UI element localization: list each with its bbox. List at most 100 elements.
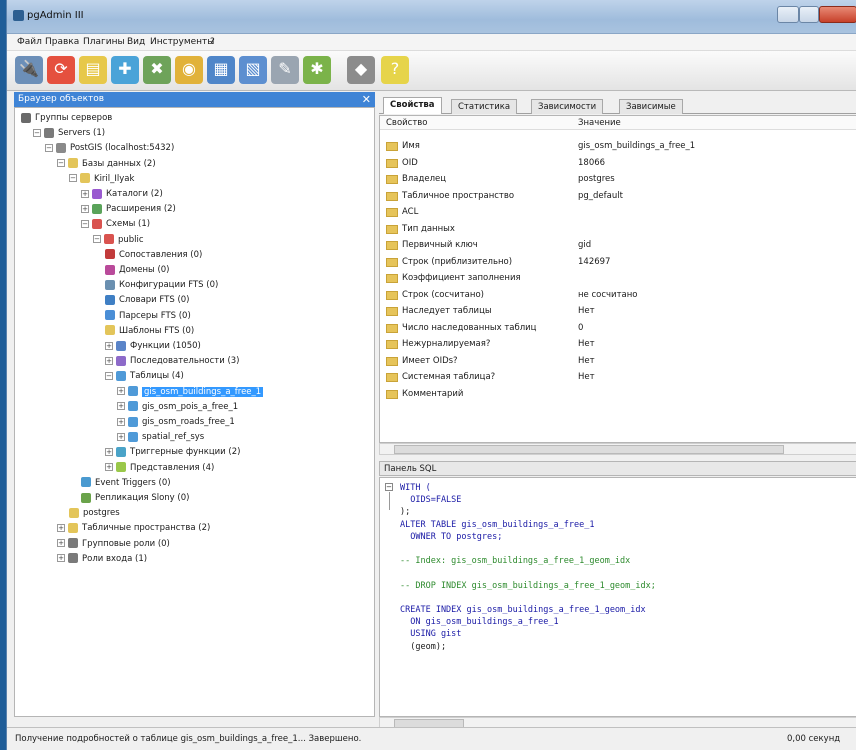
tree-node[interactable]: − Таблицы (4) xyxy=(105,370,184,383)
tree-node[interactable]: Event Triggers (0) xyxy=(81,477,171,490)
collapse-icon[interactable]: − xyxy=(33,128,41,137)
tree-node[interactable]: − Базы данных (2) xyxy=(57,158,156,171)
collapse-icon[interactable]: − xyxy=(69,174,77,183)
property-row[interactable]: Табличное пространство pg_default xyxy=(380,190,856,203)
tree-node[interactable]: − PostGIS (localhost:5432) xyxy=(45,142,174,155)
tab-dependencies[interactable]: Зависимости xyxy=(531,99,604,114)
menu-edit[interactable]: Правка xyxy=(45,37,79,47)
property-row[interactable]: ACL xyxy=(380,206,856,219)
tree-node[interactable]: + Каталоги (2) xyxy=(81,188,163,201)
tree-node[interactable]: − public xyxy=(93,234,144,247)
tree-node[interactable]: + Групповые роли (0) xyxy=(57,538,170,551)
tree-node[interactable]: − Схемы (1) xyxy=(81,218,150,231)
property-row[interactable]: Строк (сосчитано) не сосчитано xyxy=(380,289,856,302)
tree-node[interactable]: + Табличные пространства (2) xyxy=(57,522,210,535)
tree-node[interactable]: + gis_osm_pois_a_free_1 xyxy=(117,401,238,414)
tree-node[interactable]: postgres xyxy=(69,507,120,520)
tab-properties[interactable]: Свойства xyxy=(383,97,442,114)
tree-node[interactable]: + Триггерные функции (2) xyxy=(105,446,240,459)
tree-node[interactable]: Парсеры FTS (0) xyxy=(105,310,191,323)
expand-icon[interactable]: + xyxy=(105,463,113,472)
property-column-header[interactable]: Свойство xyxy=(386,118,428,128)
property-row[interactable]: Коэффициент заполнения xyxy=(380,272,856,285)
property-row[interactable]: Системная таблица? Нет xyxy=(380,371,856,384)
help-button[interactable]: ? xyxy=(381,56,409,84)
expand-icon[interactable]: + xyxy=(117,402,125,411)
connect-button[interactable]: 🔌 xyxy=(15,56,43,84)
sql-query-button[interactable]: ◉ xyxy=(175,56,203,84)
create-object-button[interactable]: ✚ xyxy=(111,56,139,84)
expand-icon[interactable]: + xyxy=(117,432,125,441)
drop-object-button[interactable]: ✖ xyxy=(143,56,171,84)
expand-icon[interactable]: + xyxy=(105,356,113,365)
tree-node[interactable]: + Представления (4) xyxy=(105,462,214,475)
refresh-button[interactable]: ⟳ xyxy=(47,56,75,84)
maximize-button[interactable] xyxy=(799,6,819,23)
property-row[interactable]: Первичный ключ gid xyxy=(380,239,856,252)
collapse-icon[interactable]: − xyxy=(57,159,65,168)
guru-hint-button[interactable]: ◆ xyxy=(347,56,375,84)
properties-button[interactable]: ▤ xyxy=(79,56,107,84)
menu-help[interactable]: ? xyxy=(210,37,215,47)
tab-dependents[interactable]: Зависимые xyxy=(619,99,683,114)
sql-pane[interactable]: − WITH ( OIDS=FALSE); ALTER TABLE gis_osm… xyxy=(379,477,856,717)
properties-scrollbar[interactable] xyxy=(379,443,856,455)
menu-view[interactable]: Вид xyxy=(127,37,145,47)
expand-icon[interactable]: + xyxy=(117,387,125,396)
tree-node[interactable]: − Servers (1) xyxy=(33,127,105,140)
tree-node[interactable]: − Kiril_Ilyak xyxy=(69,173,134,186)
property-row[interactable]: Тип данных xyxy=(380,223,856,236)
property-row[interactable]: Наследует таблицы Нет xyxy=(380,305,856,318)
value-column-header[interactable]: Значение xyxy=(578,118,621,128)
tab-statistics[interactable]: Статистика xyxy=(451,99,518,114)
menu-file[interactable]: Файл xyxy=(17,37,42,47)
collapse-icon[interactable]: − xyxy=(81,219,89,228)
scrollbar-thumb[interactable] xyxy=(394,445,784,454)
expand-icon[interactable]: + xyxy=(105,447,113,456)
tree-node[interactable]: + gis_osm_buildings_a_free_1 xyxy=(117,386,264,399)
property-row[interactable]: Нежурналируемая? Нет xyxy=(380,338,856,351)
expand-icon[interactable]: + xyxy=(117,417,125,426)
property-row[interactable]: Число наследованных таблиц 0 xyxy=(380,322,856,335)
property-row[interactable]: Имя gis_osm_buildings_a_free_1 xyxy=(380,140,856,153)
property-row[interactable]: OID 18066 xyxy=(380,157,856,170)
menu-tools[interactable]: Инструменты xyxy=(150,37,214,47)
tree-node[interactable]: Словари FTS (0) xyxy=(105,294,189,307)
close-browser-icon[interactable]: ✕ xyxy=(362,93,371,106)
expand-icon[interactable]: + xyxy=(57,539,65,548)
tree-node[interactable]: Репликация Slony (0) xyxy=(81,492,189,505)
menu-plugins[interactable]: Плагины xyxy=(83,37,125,47)
property-row[interactable]: Комментарий xyxy=(380,388,856,401)
collapse-icon[interactable]: − xyxy=(93,235,101,244)
view-data-button[interactable]: ▦ xyxy=(207,56,235,84)
expand-icon[interactable]: + xyxy=(81,189,89,198)
collapse-icon[interactable]: − xyxy=(105,371,113,380)
tree-node[interactable]: + spatial_ref_sys xyxy=(117,431,204,444)
filtered-data-button[interactable]: ▧ xyxy=(239,56,267,84)
property-row[interactable]: Владелец postgres xyxy=(380,173,856,186)
minimize-button[interactable] xyxy=(777,6,799,23)
tree-node[interactable]: + Роли входа (1) xyxy=(57,553,147,566)
plugins-button[interactable]: ✱ xyxy=(303,56,331,84)
maintenance-button[interactable]: ✎ xyxy=(271,56,299,84)
tree-node[interactable]: Сопоставления (0) xyxy=(105,249,202,262)
expand-icon[interactable]: + xyxy=(105,341,113,350)
tree-node[interactable]: + Расширения (2) xyxy=(81,203,176,216)
expand-icon[interactable]: + xyxy=(81,204,89,213)
tree-node[interactable]: + gis_osm_roads_free_1 xyxy=(117,416,235,429)
fold-toggle-icon[interactable]: − xyxy=(385,483,393,491)
expand-icon[interactable]: + xyxy=(57,523,65,532)
tree-node[interactable]: Группы серверов xyxy=(21,112,112,125)
close-window-button[interactable] xyxy=(819,6,856,23)
property-row[interactable]: Строк (приблизительно) 142697 xyxy=(380,256,856,269)
tree-node[interactable]: + Последовательности (3) xyxy=(105,355,240,368)
tree-node[interactable]: Домены (0) xyxy=(105,264,170,277)
property-value: gid xyxy=(578,240,592,250)
tree-node[interactable]: Шаблоны FTS (0) xyxy=(105,325,194,338)
object-browser-tree[interactable]: Группы серверов − Servers (1) − PostGIS (loc… xyxy=(14,107,375,717)
property-row[interactable]: Имеет OIDs? Нет xyxy=(380,355,856,368)
tree-node[interactable]: Конфигурации FTS (0) xyxy=(105,279,218,292)
collapse-icon[interactable]: − xyxy=(45,143,53,152)
expand-icon[interactable]: + xyxy=(57,554,65,563)
tree-node[interactable]: + Функции (1050) xyxy=(105,340,201,353)
